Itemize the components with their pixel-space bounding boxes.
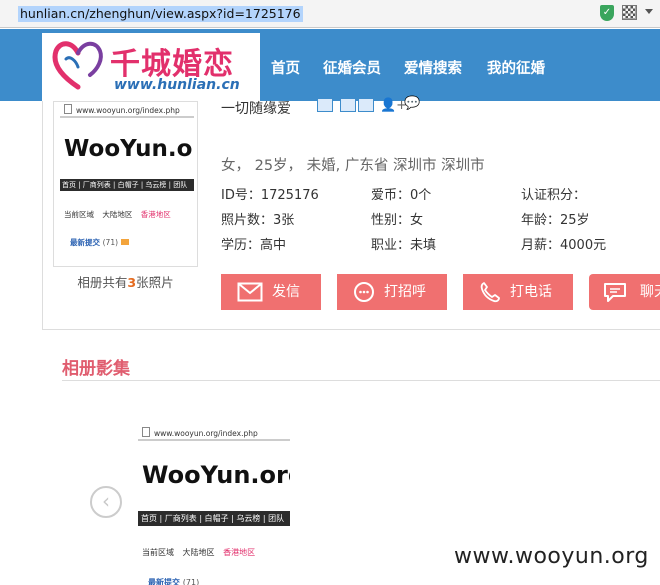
field-coins: 爱币：0个 bbox=[371, 188, 432, 203]
smile-bubble-icon bbox=[354, 282, 374, 302]
nav-home[interactable]: 首页 bbox=[271, 57, 300, 78]
profile-summary: 女， 25岁， 未婚, 广东省 深圳市 深圳市 bbox=[221, 158, 485, 174]
album-photo[interactable]: www.wooyun.org/index.php WooYun.org 首页 |… bbox=[138, 425, 290, 585]
photo-screenshot: www.wooyun.org/index.php WooYun.org 首页 |… bbox=[60, 102, 194, 262]
chat-icon bbox=[604, 283, 626, 302]
field-gender: 性别：女 bbox=[371, 213, 424, 228]
field-credit-score: 认证积分： bbox=[521, 188, 587, 203]
profile-photo[interactable]: www.wooyun.org/index.php WooYun.org 首页 |… bbox=[53, 101, 198, 267]
address-bar[interactable]: hunlian.cn/zhenghun/view.aspx?id=1725176… bbox=[0, 0, 660, 28]
chat-label: 聊天 bbox=[640, 284, 660, 300]
album-section-title: 相册影集 bbox=[62, 359, 130, 379]
send-mail-button[interactable]: 发信 bbox=[221, 274, 321, 310]
site-logo[interactable]: 千城婚恋 www.hunlian.cn bbox=[42, 33, 260, 103]
nav-members[interactable]: 征婚会员 bbox=[323, 57, 381, 78]
photo-menu-bar: 首页 | 厂商列表 | 白帽子 | 乌云榜 | 团队 bbox=[60, 179, 194, 191]
watermark-text: www.wooyun.org bbox=[454, 544, 649, 569]
butterfly-heart-icon bbox=[52, 41, 103, 90]
photo-tab-mainland: 大陆地区 bbox=[102, 210, 133, 219]
photo-latest-row: 最新提交 (71) bbox=[70, 237, 130, 248]
nav-search[interactable]: 爱情搜索 bbox=[404, 57, 462, 78]
album-count: 相册共有3张照片 bbox=[77, 275, 174, 290]
id-card-icon[interactable] bbox=[317, 98, 333, 112]
album-photo-tab-mainland: 大陆地区 bbox=[182, 548, 215, 557]
envelope-icon bbox=[237, 282, 263, 302]
call-button[interactable]: 打电话 bbox=[463, 274, 573, 310]
shield-icon[interactable]: ✓ bbox=[600, 5, 614, 21]
album-photo-wooyun-logo: WooYun.org bbox=[142, 461, 290, 489]
field-salary: 月薪：4000元 bbox=[521, 238, 607, 253]
photo-tab-hongkong: 香港地区 bbox=[140, 210, 171, 219]
album-divider bbox=[62, 380, 660, 381]
field-id: ID号：1725176 bbox=[221, 188, 319, 203]
chat-bubble-icon[interactable]: 💬 bbox=[404, 96, 420, 111]
field-occupation: 职业：未填 bbox=[371, 238, 437, 253]
greet-button[interactable]: 打招呼 bbox=[337, 274, 447, 310]
logo-domain-text: www.hunlian.cn bbox=[114, 77, 240, 93]
photo-url-bar: www.wooyun.org/index.php bbox=[60, 104, 194, 118]
field-education: 学历：高中 bbox=[221, 238, 287, 253]
profile-motto: 一切随缘爱 bbox=[221, 101, 291, 117]
album-photo-menu-bar: 首页 | 厂商列表 | 白帽子 | 乌云榜 | 团队 bbox=[138, 511, 290, 526]
phone-verified-icon[interactable] bbox=[340, 98, 356, 112]
url-text[interactable]: hunlian.cn/zhenghun/view.aspx?id=1725176 bbox=[18, 6, 303, 22]
album-photo-tab-current: 当前区域 bbox=[142, 548, 174, 557]
album-photo-tab-hongkong: 香港地区 bbox=[223, 548, 256, 557]
nav-my-profile[interactable]: 我的征婚 bbox=[487, 57, 545, 78]
photo-tab-current: 当前区域 bbox=[64, 210, 94, 219]
dropdown-arrow-icon[interactable] bbox=[645, 9, 653, 14]
album-photo-url-bar: www.wooyun.org/index.php bbox=[138, 427, 290, 441]
phone-icon bbox=[480, 282, 500, 303]
email-verified-icon[interactable] bbox=[358, 98, 374, 112]
prev-photo-arrow[interactable]: ‹ bbox=[90, 486, 122, 518]
qr-code-icon[interactable] bbox=[622, 5, 637, 20]
send-mail-label: 发信 bbox=[272, 284, 300, 300]
greet-label: 打招呼 bbox=[384, 284, 426, 300]
photo-wooyun-logo: WooYun.org bbox=[64, 136, 194, 162]
chat-button[interactable]: 聊天 bbox=[589, 274, 660, 310]
call-label: 打电话 bbox=[510, 284, 552, 300]
field-age: 年龄：25岁 bbox=[521, 213, 590, 228]
field-photo-count: 照片数：3张 bbox=[221, 213, 295, 228]
